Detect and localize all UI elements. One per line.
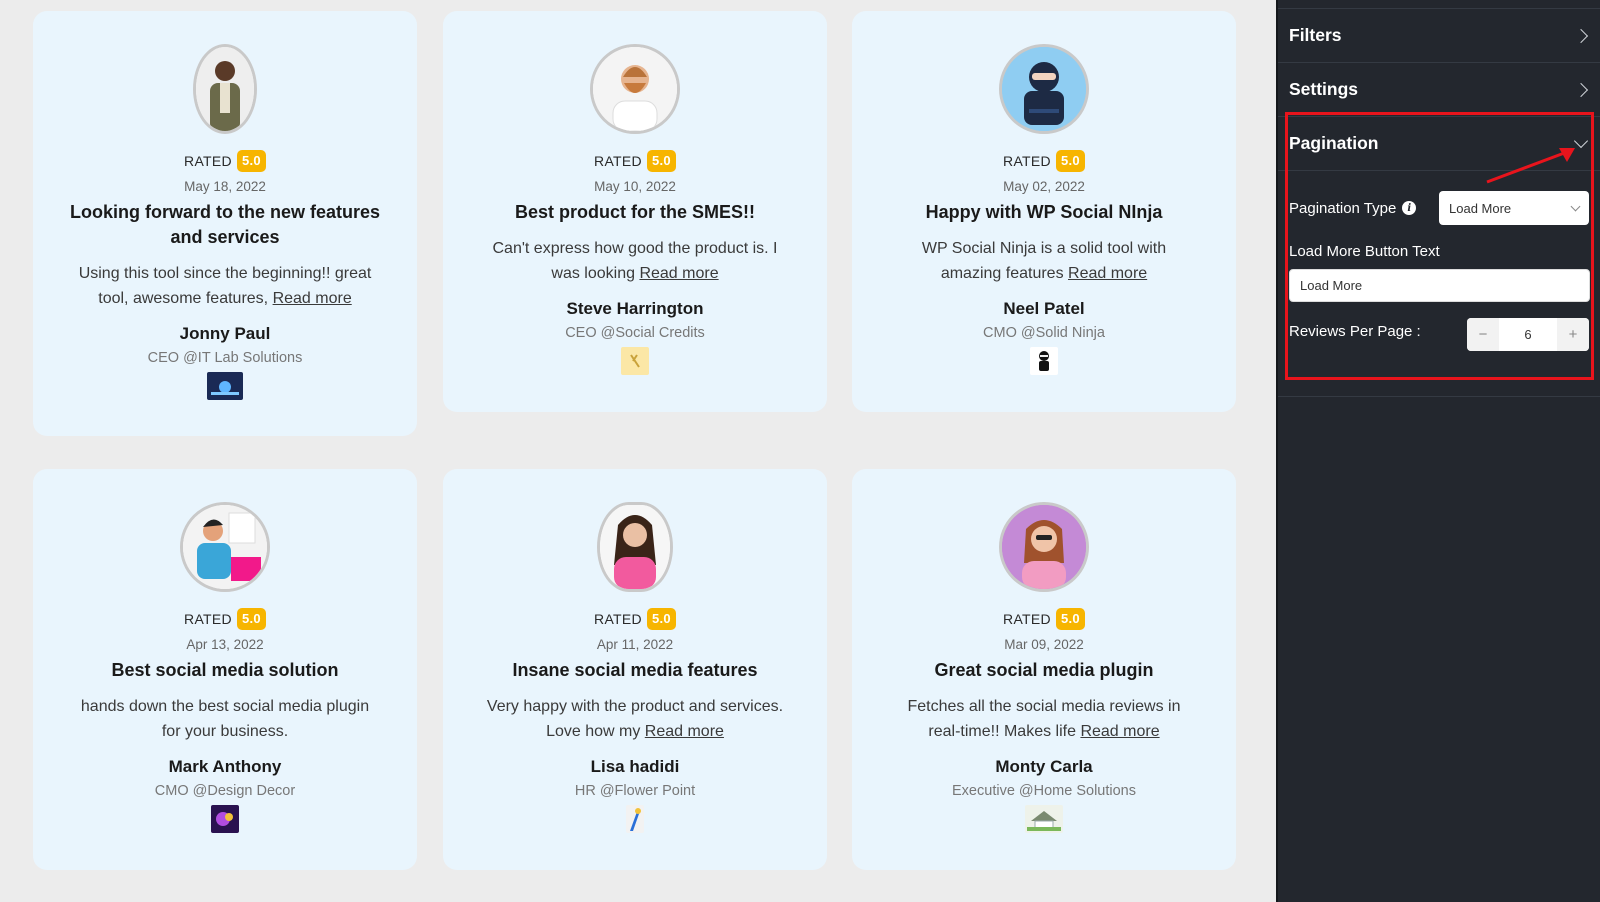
reviewer-avatar bbox=[180, 502, 270, 592]
company-logo-icon bbox=[211, 805, 239, 833]
reviewer-role: HR @Flower Point bbox=[574, 783, 696, 799]
rating-row: RATED 5.0 bbox=[33, 608, 417, 630]
review-title: Happy with WP Social NInja bbox=[925, 202, 1163, 222]
review-body: hands down the best social media plugin … bbox=[80, 698, 370, 740]
review-title: Best product for the SMES!! bbox=[514, 202, 755, 222]
review-card: RATED 5.0 May 18, 2022 Looking forward t… bbox=[33, 11, 417, 436]
review-text: Fetches all the social media reviews in … bbox=[890, 694, 1198, 744]
company-logo-icon bbox=[1030, 347, 1058, 375]
read-more-link[interactable]: Read more bbox=[639, 265, 718, 282]
sidebar-bottom-divider bbox=[1278, 396, 1600, 397]
person-photo-icon bbox=[600, 505, 670, 589]
review-title: Best social media solution bbox=[111, 660, 339, 680]
review-title: Great social media plugin bbox=[934, 660, 1154, 680]
rated-label: RATED bbox=[1003, 153, 1051, 169]
reviewer-name: Neel Patel bbox=[1003, 299, 1085, 318]
person-photo-icon bbox=[196, 47, 254, 131]
reviewer-role: CEO @Social Credits bbox=[565, 325, 705, 341]
person-photo-icon bbox=[593, 47, 677, 131]
company-logo bbox=[621, 347, 649, 375]
reviewer-name: Steve Harrington bbox=[566, 299, 704, 318]
rating-row: RATED 5.0 bbox=[852, 150, 1236, 172]
company-logo bbox=[211, 805, 239, 833]
rating-row: RATED 5.0 bbox=[33, 150, 417, 172]
settings-panel-header[interactable]: Settings bbox=[1278, 63, 1600, 117]
rating-row: RATED 5.0 bbox=[852, 608, 1236, 630]
chevron-right-icon bbox=[1573, 28, 1589, 43]
rated-label: RATED bbox=[184, 153, 232, 169]
rating-badge: 5.0 bbox=[646, 150, 676, 172]
reviewer-avatar bbox=[999, 44, 1089, 134]
rating-row: RATED 5.0 bbox=[443, 608, 827, 630]
review-card: RATED 5.0 Mar 09, 2022 Great social medi… bbox=[852, 469, 1236, 870]
rating-badge: 5.0 bbox=[1055, 150, 1085, 172]
review-body: Very happy with the product and services… bbox=[486, 698, 784, 740]
review-text: Very happy with the product and services… bbox=[481, 694, 789, 744]
review-card: RATED 5.0 Apr 13, 2022 Best social media… bbox=[33, 469, 417, 870]
rated-label: RATED bbox=[594, 611, 642, 627]
rating-row: RATED 5.0 bbox=[443, 150, 827, 172]
sidebar-top-divider bbox=[1278, 0, 1600, 9]
settings-sidebar: Filters Settings Pagination Pagination T… bbox=[1276, 0, 1600, 902]
reviewer-role: Executive @Home Solutions bbox=[952, 783, 1136, 799]
reviewer-role: CMO @Design Decor bbox=[154, 783, 296, 799]
rated-label: RATED bbox=[594, 153, 642, 169]
company-logo-icon bbox=[621, 347, 649, 375]
review-title: Looking forward to the new features and … bbox=[69, 202, 381, 247]
read-more-link[interactable]: Read more bbox=[1080, 723, 1159, 740]
reviewer-avatar bbox=[999, 502, 1089, 592]
person-photo-icon bbox=[1002, 505, 1086, 589]
ninja-icon bbox=[1002, 47, 1086, 131]
company-logo-icon bbox=[1025, 805, 1063, 833]
company-logo bbox=[1030, 347, 1058, 375]
reviewer-avatar bbox=[193, 44, 257, 134]
illustration-icon bbox=[183, 505, 267, 589]
review-body: Can't express how good the product is. I… bbox=[492, 240, 778, 282]
read-more-link[interactable]: Read more bbox=[273, 290, 352, 307]
company-logo-icon bbox=[207, 372, 243, 400]
review-date: Apr 13, 2022 bbox=[186, 637, 264, 652]
reviewer-role: CMO @Solid Ninja bbox=[983, 325, 1105, 341]
rated-label: RATED bbox=[1003, 611, 1051, 627]
reviewer-avatar bbox=[597, 502, 673, 592]
review-date: Apr 11, 2022 bbox=[596, 637, 674, 652]
filters-panel-header[interactable]: Filters bbox=[1278, 9, 1600, 63]
reviewer-avatar bbox=[590, 44, 680, 134]
review-text: WP Social Ninja is a solid tool with ama… bbox=[890, 236, 1198, 286]
review-date: May 18, 2022 bbox=[184, 179, 266, 194]
review-text: hands down the best social media plugin … bbox=[71, 694, 379, 744]
read-more-link[interactable]: Read more bbox=[1068, 265, 1147, 282]
arrow-annotation-icon bbox=[1486, 148, 1575, 184]
review-grid: RATED 5.0 May 18, 2022 Looking forward t… bbox=[0, 0, 1276, 902]
rating-badge: 5.0 bbox=[1055, 608, 1085, 630]
rating-badge: 5.0 bbox=[236, 608, 266, 630]
review-card: RATED 5.0 May 02, 2022 Happy with WP Soc… bbox=[852, 11, 1236, 412]
company-logo bbox=[1025, 805, 1063, 833]
filters-label: Filters bbox=[1289, 25, 1342, 45]
company-logo bbox=[207, 372, 243, 400]
review-text: Using this tool since the beginning!! gr… bbox=[71, 261, 379, 311]
review-card: RATED 5.0 Apr 11, 2022 Insane social med… bbox=[443, 469, 827, 870]
review-card: RATED 5.0 May 10, 2022 Best product for … bbox=[443, 11, 827, 412]
read-more-link[interactable]: Read more bbox=[645, 723, 724, 740]
review-date: May 10, 2022 bbox=[594, 179, 676, 194]
settings-label: Settings bbox=[1289, 79, 1359, 99]
rating-badge: 5.0 bbox=[646, 608, 676, 630]
rated-label: RATED bbox=[184, 611, 232, 627]
reviewer-role: CEO @IT Lab Solutions bbox=[147, 350, 303, 366]
review-date: Mar 09, 2022 bbox=[1004, 637, 1084, 652]
chevron-right-icon bbox=[1573, 82, 1589, 97]
review-date: May 02, 2022 bbox=[1003, 179, 1085, 194]
reviewer-name: Lisa hadidi bbox=[590, 757, 680, 776]
reviewer-name: Jonny Paul bbox=[179, 324, 271, 343]
review-text: Can't express how good the product is. I… bbox=[481, 236, 789, 286]
company-logo-icon bbox=[626, 805, 644, 833]
review-title: Insane social media features bbox=[512, 660, 758, 680]
company-logo bbox=[626, 805, 644, 833]
reviewer-name: Monty Carla bbox=[995, 757, 1093, 776]
rating-badge: 5.0 bbox=[236, 150, 266, 172]
reviewer-name: Mark Anthony bbox=[168, 757, 282, 776]
